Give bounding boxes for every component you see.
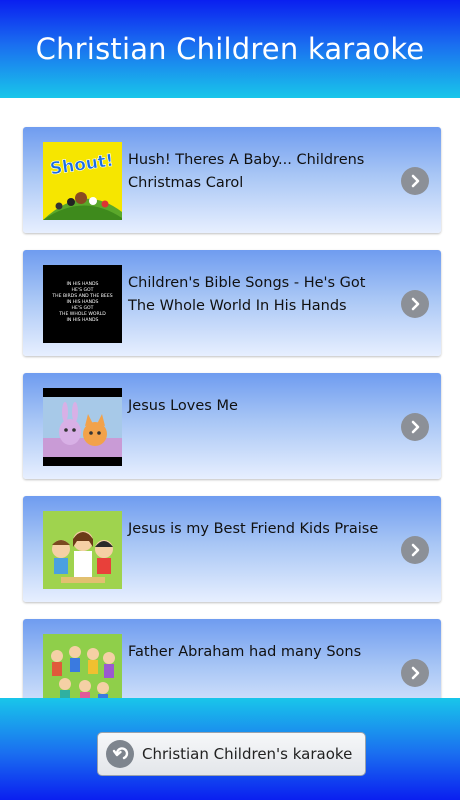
cartoon-jesus-kids-thumbnail — [43, 511, 122, 589]
back-button-label: Christian Children's karaoke — [142, 745, 353, 763]
list-item[interactable]: IN HIS HANDS HE'S GOT THE BIRDS AND THE … — [23, 250, 441, 356]
chevron-right-icon[interactable] — [401, 290, 429, 318]
lyrics-line: THE WHOLE WORLD — [58, 311, 106, 317]
chevron-right-icon[interactable] — [401, 536, 429, 564]
item-title: Jesus is my Best Friend Kids Praise — [128, 521, 379, 537]
item-title: Children's Bible Songs - He's Got The Wh… — [128, 275, 366, 314]
lyrics-line: IN HIS HANDS — [67, 281, 99, 287]
lyrics-line: HE'S GOT — [72, 305, 94, 311]
lyrics-line: HE'S GOT — [72, 287, 94, 293]
item-title: Father Abraham had many Sons — [128, 644, 362, 660]
lyrics-line: THE BIRDS AND THE BEES — [51, 293, 112, 299]
app-header: Christian Children karaoke — [0, 0, 460, 98]
back-button[interactable]: Christian Children's karaoke — [97, 732, 366, 776]
back-arrow-icon — [106, 740, 134, 768]
item-title: Hush! Theres A Baby... Childrens Christm… — [128, 152, 365, 191]
lyrics-text-thumbnail: IN HIS HANDS HE'S GOT THE BIRDS AND THE … — [43, 265, 122, 343]
shout-album-cover-image: Shout! — [43, 142, 122, 220]
list-item[interactable]: Shout! Hush! Theres A Baby... Childrens … — [23, 127, 441, 233]
list-item[interactable]: Jesus is my Best Friend Kids Praise — [23, 496, 441, 602]
list-item[interactable]: Jesus Loves Me — [23, 373, 441, 479]
app-footer: Christian Children's karaoke — [0, 698, 460, 800]
chevron-right-icon[interactable] — [401, 167, 429, 195]
lyrics-line: IN HIS HANDS — [67, 299, 99, 305]
list-item[interactable]: Father Abraham had many Sons — [23, 619, 441, 698]
cartoon-crowd-thumbnail — [43, 634, 122, 698]
lyrics-line: IN HIS HANDS — [67, 317, 99, 323]
item-title: Jesus Loves Me — [128, 398, 238, 414]
chevron-right-icon[interactable] — [401, 659, 429, 687]
chevron-right-icon[interactable] — [401, 413, 429, 441]
app-title: Christian Children karaoke — [35, 32, 425, 66]
cartoon-animals-thumbnail — [43, 388, 122, 466]
video-list[interactable]: Shout! Hush! Theres A Baby... Childrens … — [0, 98, 460, 698]
